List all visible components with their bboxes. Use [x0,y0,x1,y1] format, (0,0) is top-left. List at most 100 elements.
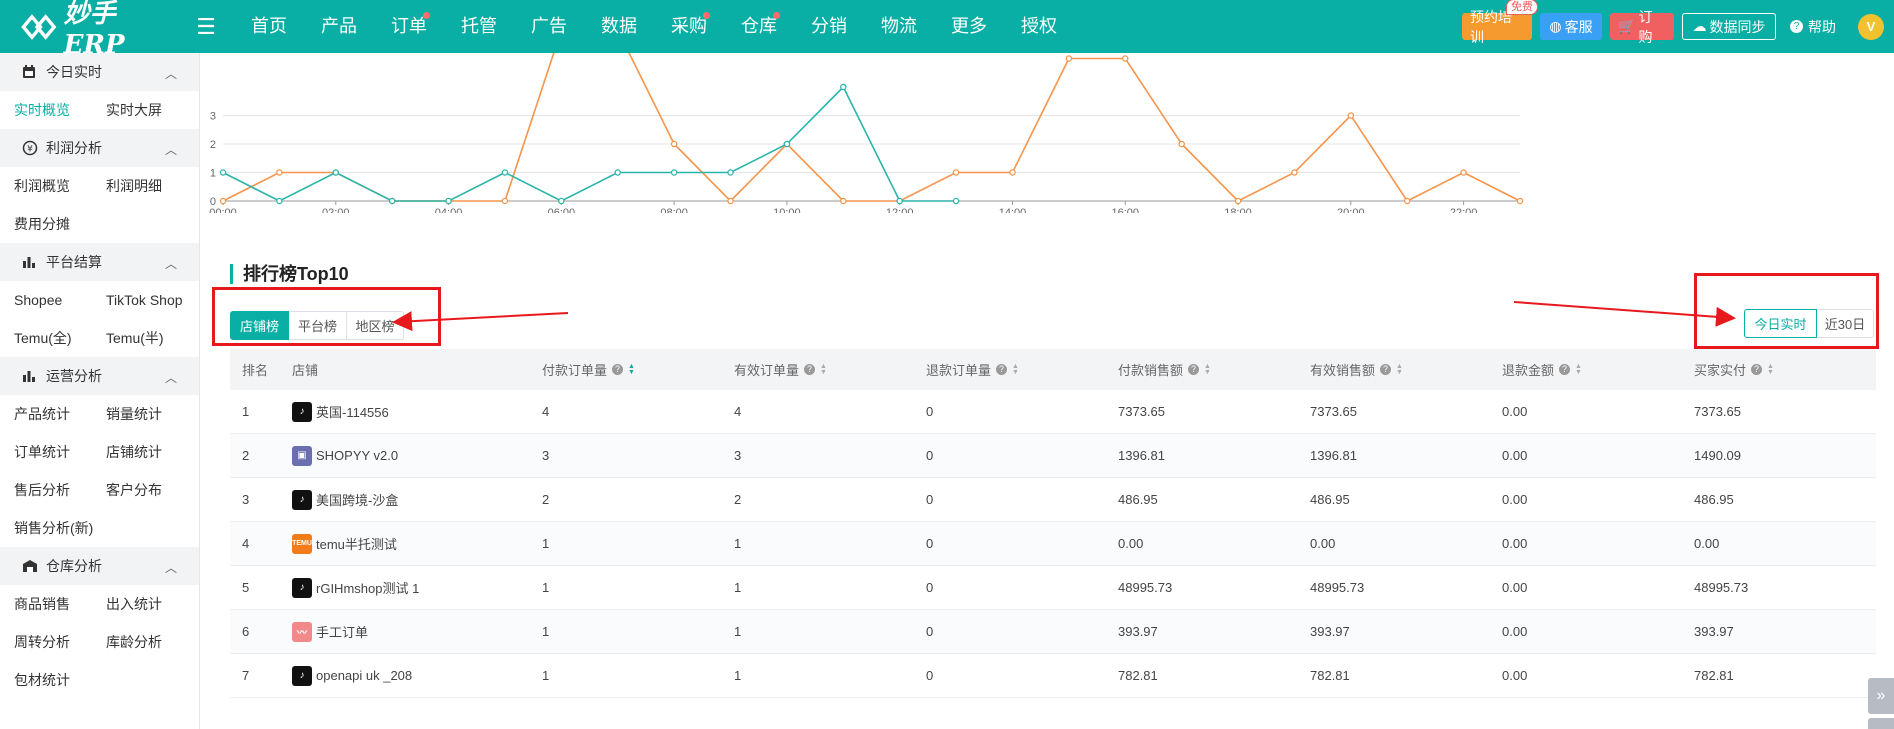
sidebar-item[interactable]: Temu(全) [14,319,106,357]
nav-item-5[interactable]: 数据 [584,0,654,53]
column-header-label: 付款销售额 [1118,363,1184,378]
sidebar-group-4[interactable]: 仓库分析 ︿ [0,547,199,585]
top-navigation-bar: 妙手ERP ☰ 首页 产品 订单 托管 广告 数据 采购 仓库 分销 物流 更多 授权 预约培训 免费… [0,0,1894,60]
sidebar-item[interactable]: Shopee [14,281,106,319]
help-link[interactable]: ? 帮助 [1790,17,1836,37]
sidebar-item[interactable]: 利润概览 [14,167,106,205]
nav-item-0[interactable]: 首页 [234,0,304,53]
sidebar-group-0[interactable]: 今日实时 ︿ [0,53,199,91]
profit-icon: ¥ [22,140,38,156]
data-sync-button[interactable]: ☁ 数据同步 [1682,13,1776,40]
sort-icon[interactable]: ▲ ▼ [1396,363,1403,376]
cell-valid-sales: 393.97 [1298,624,1490,639]
sidebar-item[interactable]: 库龄分析 [106,623,198,661]
column-header-label: 有效订单量 [734,363,800,378]
cell-value: 7373.65 [1118,404,1165,419]
cell-shop: 〰手工订单 [280,621,530,642]
cell-paid-orders: 4 [530,404,722,419]
subscribe-button[interactable]: 🛒 订购 [1610,9,1674,45]
cell-refund-orders: 0 [914,624,1106,639]
chevron-up-icon[interactable]: ︿ [165,369,177,386]
nav-item-4[interactable]: 广告 [514,0,584,53]
sidebar-item[interactable]: 利润明细 [106,167,198,205]
nav-item-11[interactable]: 授权 [1004,0,1074,53]
sidebar-group-2[interactable]: 平台结算 ︿ [0,243,199,281]
sidebar-item[interactable]: Temu(半) [106,319,198,357]
table-row[interactable]: 1 ♪ 英国-114556 4 4 0 7373.65 7373.65 0.00 7373.65 [230,390,1876,434]
customer-service-button[interactable]: ◍ 客服 [1540,13,1602,40]
table-row[interactable]: 6 〰手工订单 1 1 0 393.97 393.97 0.00 393.97 [230,610,1876,654]
sort-desc-icon: ▼ [628,368,635,376]
sidebar-item[interactable]: 商品销售 [14,585,106,623]
help-icon[interactable]: ? [1559,364,1571,375]
sidebar-item[interactable]: TikTok Shop [106,281,198,319]
sidebar-group-3[interactable]: 运营分析 ︿ [0,357,199,395]
sidebar-item[interactable]: 销量统计 [106,395,198,433]
sort-icon[interactable]: ▲ ▼ [1767,363,1774,376]
logo[interactable]: 妙手ERP [20,0,160,60]
sidebar-item[interactable]: 店铺统计 [106,433,198,471]
column-header[interactable]: 有效销售额? ▲ ▼ [1298,360,1490,379]
chevron-up-icon[interactable]: ︿ [165,559,177,576]
sidebar-group-1[interactable]: ¥ 利润分析 ︿ [0,129,199,167]
cell-value: 48995.73 [1694,580,1749,595]
sidebar-item[interactable]: 实时大屏 [106,91,198,129]
sidebar-item[interactable]: 费用分摊 [14,205,106,243]
table-row[interactable]: 2 ▣ SHOPYY v2.0 3 3 0 1396.81 1396.81 0.00 1490.0… [230,434,1876,478]
help-icon[interactable]: ? [804,364,816,375]
sort-icon[interactable]: ▲ ▼ [1012,363,1019,376]
cell-value: 0 [926,580,934,595]
column-header[interactable]: 有效订单量? ▲ ▼ [722,360,914,379]
cell-value: 手工订单 [316,625,369,640]
menu-toggle-icon[interactable]: ☰ [194,14,218,40]
nav-item-3[interactable]: 托管 [444,0,514,53]
table-row[interactable]: 5 ♪ rGIHmshop测试 1 1 1 0 48995.73 48995.73 0.00 48… [230,566,1876,610]
sidebar-item[interactable]: 产品统计 [14,395,106,433]
cell-value: 393.97 [1694,624,1734,639]
table-row[interactable]: 3 ♪ 美国跨境-沙盒 2 2 0 486.95 486.95 0.00 486.95 [230,478,1876,522]
column-header[interactable]: 买家实付? ▲ ▼ [1682,360,1876,379]
book-training-button[interactable]: 预约培训 免费 [1462,0,1538,45]
help-icon[interactable]: ? [612,364,624,375]
sidebar-item[interactable]: 出入统计 [106,585,198,623]
table-row[interactable]: 7 ♪ openapi uk _208 1 1 0 782.81 782.81 0.00 782.… [230,654,1876,698]
top-right-actions: 预约培训 免费 ◍ 客服 🛒 订购 ☁ 数据同步 ? 帮助 V [1462,0,1894,53]
sidebar-item[interactable]: 售后分析 [14,471,106,509]
nav-item-9[interactable]: 物流 [864,0,934,53]
nav-item-7[interactable]: 仓库 [724,0,794,53]
sort-icon[interactable]: ▲ ▼ [1204,363,1211,376]
expand-panel-button[interactable]: » [1868,678,1894,714]
sort-icon[interactable]: ▲ ▼ [1575,363,1582,376]
help-icon[interactable]: ? [1380,364,1392,375]
sidebar-item[interactable]: 客户分布 [106,471,198,509]
sidebar-item[interactable]: 销售分析(新) [14,509,106,547]
sidebar-item[interactable]: 实时概览 [14,91,106,129]
cell-value: 0 [926,536,934,551]
sort-icon[interactable]: ▲ ▼ [628,363,635,376]
cell-paid-sales: 7373.65 [1106,404,1298,419]
help-icon[interactable]: ? [1188,364,1200,375]
column-header[interactable]: 退款金额? ▲ ▼ [1490,360,1682,379]
sidebar-item[interactable]: 包材统计 [14,661,106,699]
column-header[interactable]: 退款订单量? ▲ ▼ [914,360,1106,379]
nav-item-8[interactable]: 分销 [794,0,864,53]
nav-item-10[interactable]: 更多 [934,0,1004,53]
cell-value: 1 [734,624,742,639]
chevron-up-icon[interactable]: ︿ [165,65,177,82]
help-icon[interactable]: ? [996,364,1008,375]
chevron-up-icon[interactable]: ︿ [165,255,177,272]
nav-item-1[interactable]: 产品 [304,0,374,53]
chevron-up-icon[interactable]: ︿ [165,141,177,158]
secondary-panel-button[interactable] [1868,718,1894,729]
column-header[interactable]: 付款销售额? ▲ ▼ [1106,360,1298,379]
sidebar-item[interactable]: 订单统计 [14,433,106,471]
table-row[interactable]: 4 TEMU temu半托测试 1 1 0 0.00 0.00 0.00 0.00 [230,522,1876,566]
nav-item-6[interactable]: 采购 [654,0,724,53]
nav-item-2[interactable]: 订单 [374,0,444,53]
sidebar-item[interactable]: 周转分析 [14,623,106,661]
avatar[interactable]: V [1858,13,1884,40]
cell-refund-amount: 0.00 [1490,624,1682,639]
sort-icon[interactable]: ▲ ▼ [820,363,827,376]
column-header[interactable]: 付款订单量? ▲ ▼ [530,360,722,379]
help-icon[interactable]: ? [1751,364,1763,375]
